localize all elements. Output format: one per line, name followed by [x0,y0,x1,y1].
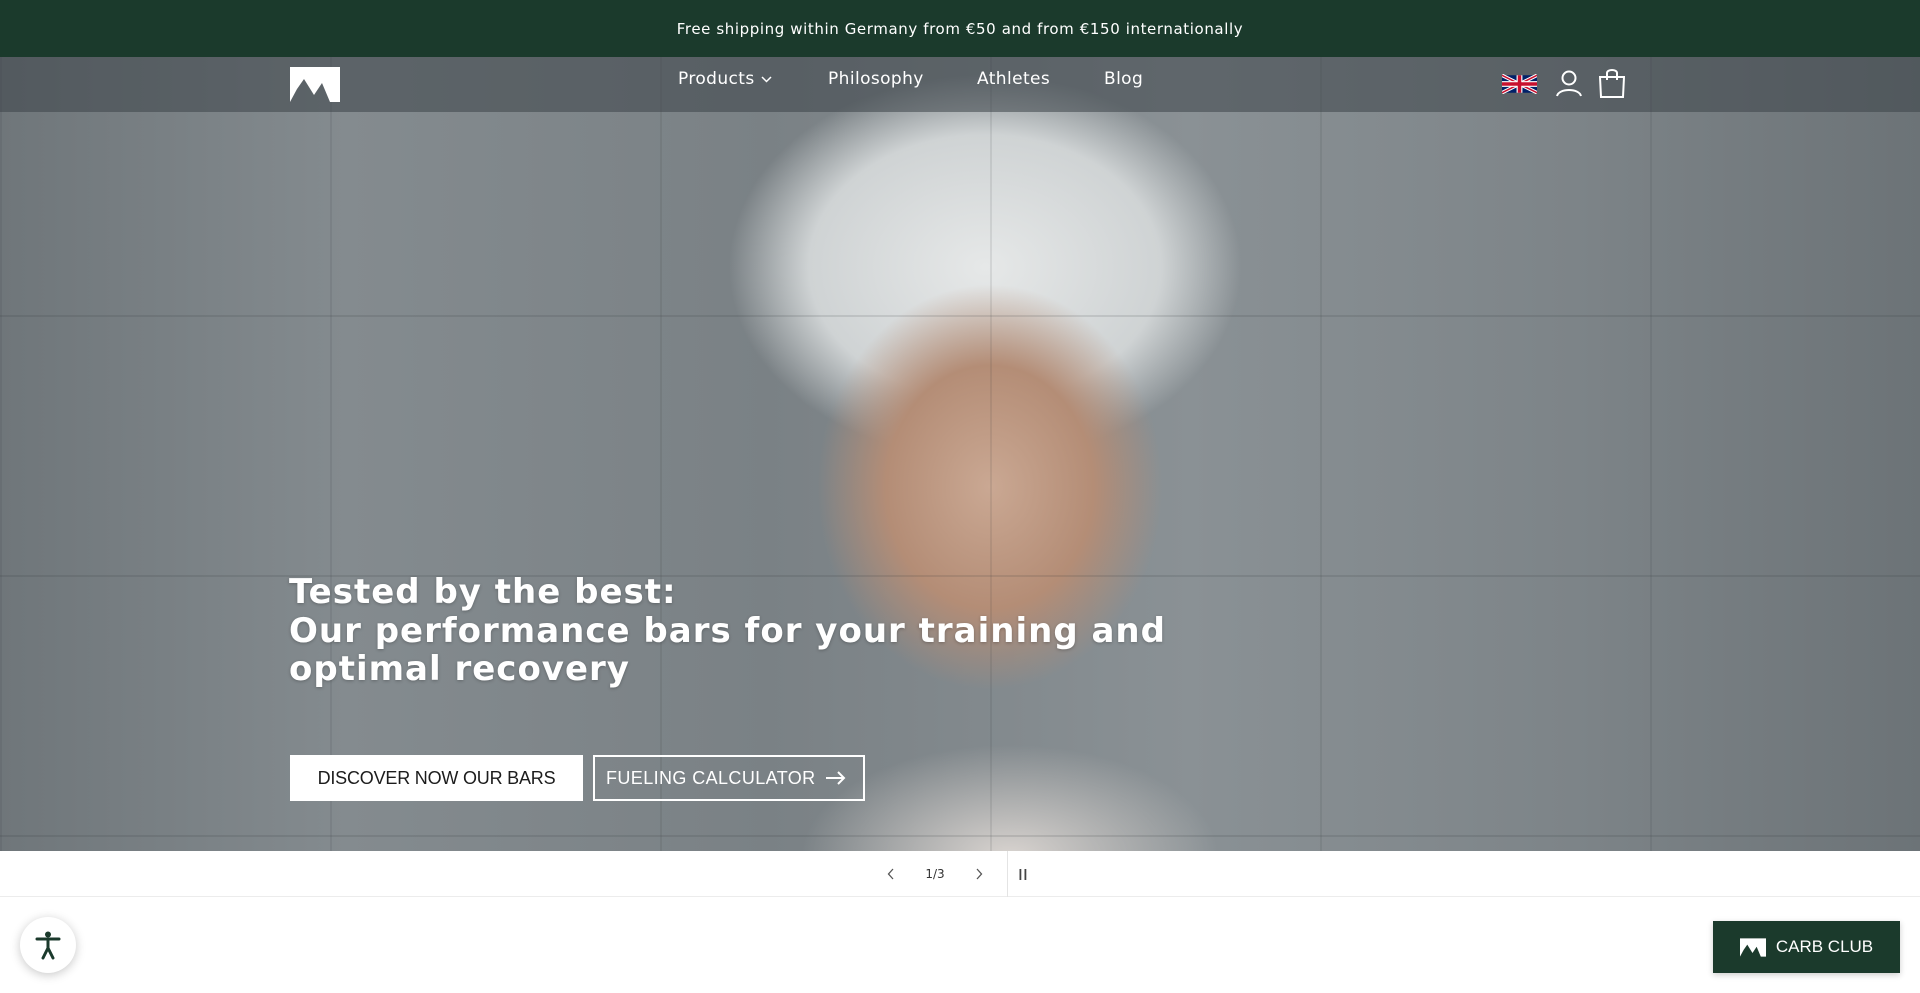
nav-blog-label: Blog [1104,69,1144,89]
cart-icon [1598,69,1626,98]
account-icon [1556,70,1582,97]
nav-blog[interactable]: Blog [1104,67,1143,91]
hero-headline: Tested by the best: Our performance bars… [289,572,1166,689]
account-button[interactable] [1555,69,1583,101]
pause-icon [1019,868,1027,880]
hero-headline-line-2: Our performance bars for your training a… [289,610,1166,651]
accessibility-button[interactable] [20,917,76,973]
chevron-down-icon [761,75,772,83]
nav-philosophy[interactable]: Philosophy [828,67,924,91]
slide-pause-button[interactable] [1008,851,1038,897]
main-navigation: Products Philosophy Athletes Blog [0,67,1920,91]
chevron-right-icon [976,868,983,880]
chevron-left-icon [887,868,894,880]
hero-background-image [0,57,1920,851]
slide-prev-button[interactable] [876,851,906,897]
announcement-text: Free shipping within Germany from €50 an… [676,19,1244,38]
fueling-calculator-button[interactable]: FUELING CALCULATOR [593,755,865,801]
uk-flag-icon [1501,73,1538,95]
nav-athletes[interactable]: Athletes [977,67,1050,91]
slide-next-button[interactable] [964,851,994,897]
cart-button[interactable] [1598,68,1626,102]
arrow-right-icon [825,771,845,785]
hero-banner [0,57,1920,851]
slide-counter: 1/3 [925,867,945,881]
language-selector[interactable] [1501,73,1538,98]
nav-athletes-label: Athletes [977,69,1051,89]
fueling-calculator-label: FUELING CALCULATOR [606,767,816,788]
slideshow-controls: 1/3 [0,851,1920,897]
mountain-logo-icon [1739,937,1766,957]
announcement-bar: Free shipping within Germany from €50 an… [0,0,1920,57]
discover-bars-button[interactable]: DISCOVER NOW OUR BARS [290,755,583,801]
nav-philosophy-label: Philosophy [828,69,924,89]
accessibility-icon [35,931,61,960]
nav-products[interactable]: Products [678,67,772,91]
carb-club-label: CARB CLUB [1775,937,1874,956]
carb-club-button[interactable]: CARB CLUB [1713,921,1900,973]
nav-products-label: Products [678,69,755,89]
hero-headline-line-3: optimal recovery [289,649,630,689]
hero-headline-line-1: Tested by the best: [289,572,677,612]
